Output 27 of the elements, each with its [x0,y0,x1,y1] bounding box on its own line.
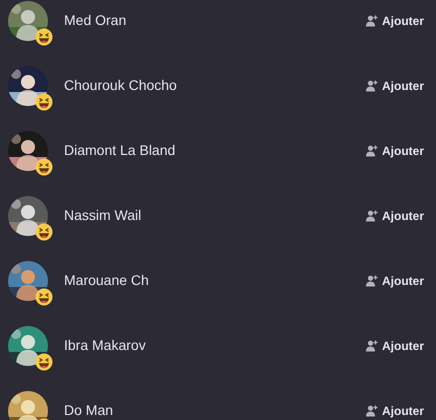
person-name: Chourouk Chocho [64,76,178,95]
laughing-emoji-icon [35,222,53,240]
person-name: Diamont La Bland [64,141,176,160]
add-friend-icon [366,14,378,26]
add-friend-icon [366,404,378,416]
person-name: Nassim Wail [64,206,142,225]
add-friend-button[interactable]: Ajouter [362,140,428,162]
laughing-emoji-icon [35,28,53,46]
person-name: Do Man [64,401,114,420]
add-friend-icon [366,274,378,286]
add-friend-button[interactable]: Ajouter [362,400,428,420]
add-friend-button[interactable]: Ajouter [362,10,428,32]
add-friend-icon [366,80,378,92]
laughing-emoji-icon [35,158,53,176]
add-friend-button[interactable]: Ajouter [362,270,428,292]
add-friend-icon [366,340,378,352]
add-friend-icon [366,144,378,156]
laughing-emoji-icon [35,92,53,110]
add-friend-button[interactable]: Ajouter [362,204,428,226]
add-friend-button[interactable]: Ajouter [362,74,428,96]
person-name: Med Oran [64,11,128,30]
add-friend-icon [366,210,378,222]
laughing-emoji-icon [35,288,53,306]
laughing-emoji-icon [35,352,53,370]
person-name: Ibra Makarov [64,336,147,355]
person-name: Marouane Ch [64,271,150,290]
add-friend-button[interactable]: Ajouter [362,334,428,356]
